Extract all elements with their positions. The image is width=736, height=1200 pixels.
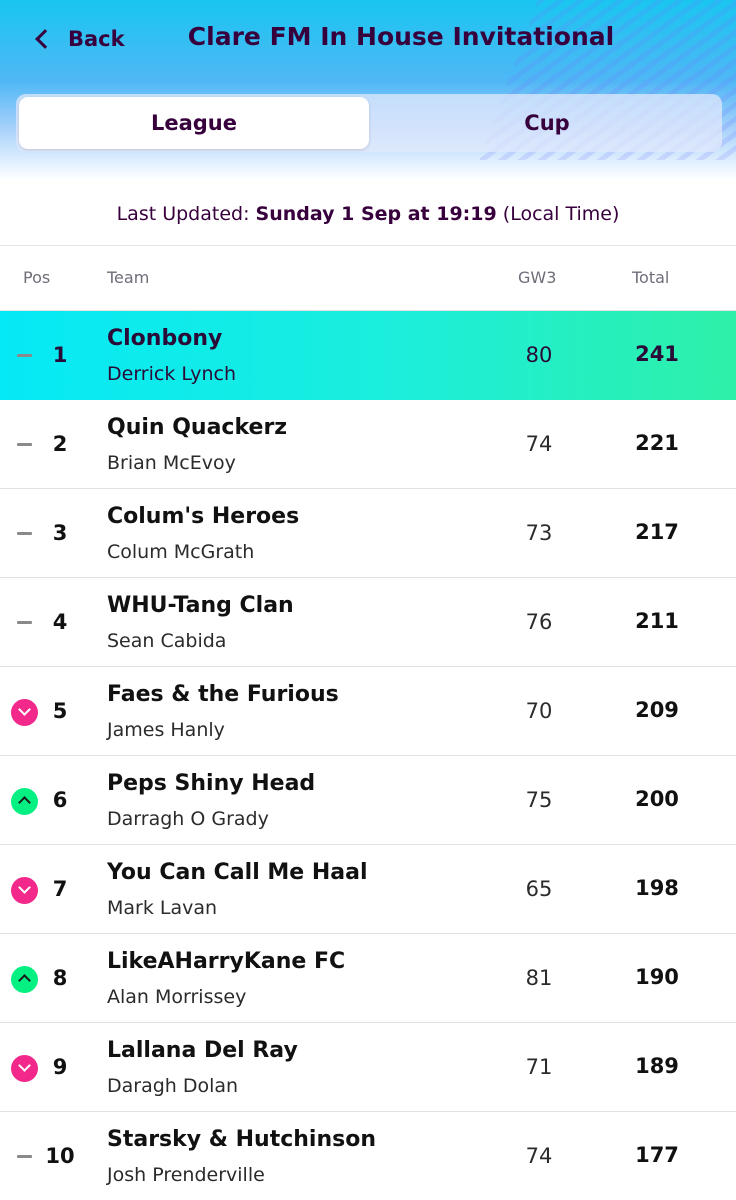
table-row[interactable]: 3 Colum's Heroes Colum McGrath 73 217	[0, 489, 736, 578]
rank: 7	[52, 877, 68, 901]
chevron-up-icon	[11, 788, 38, 815]
tab-cup[interactable]: Cup	[372, 94, 722, 152]
table-row[interactable]: 2 Quin Quackerz Brian McEvoy 74 221	[0, 400, 736, 489]
table-row[interactable]: 1 Clonbony Derrick Lynch 80 241	[0, 311, 736, 400]
page-title: Clare FM In House Invitational	[187, 22, 615, 51]
table-row[interactable]: 9 Lallana Del Ray Daragh Dolan 71 189	[0, 1023, 736, 1112]
total-points: 221	[635, 431, 679, 455]
total-points: 209	[635, 698, 679, 722]
no-change-icon	[17, 1155, 32, 1158]
total-points: 189	[635, 1054, 679, 1078]
total-points: 241	[635, 342, 679, 366]
gameweek-points: 74	[525, 432, 553, 456]
manager-name: Darragh O Grady	[107, 808, 269, 830]
chevron-up-icon	[11, 966, 38, 993]
table-row[interactable]: 10 Starsky & Hutchinson Josh Prenderville 7…	[0, 1112, 736, 1200]
total-points: 200	[635, 787, 679, 811]
gameweek-points: 81	[525, 966, 553, 990]
table-row[interactable]: 7 You Can Call Me Haal Mark Lavan 65 198	[0, 845, 736, 934]
team-name[interactable]: Peps Shiny Head	[107, 771, 315, 796]
last-updated: Last Updated: Sunday 1 Sep at 19:19 (Loc…	[0, 203, 736, 225]
team-name[interactable]: Faes & the Furious	[107, 682, 339, 707]
tab-league[interactable]: League	[19, 97, 369, 149]
rank: 10	[45, 1144, 75, 1168]
table-row[interactable]: 6 Peps Shiny Head Darragh O Grady 75 200	[0, 756, 736, 845]
rank: 4	[52, 610, 68, 634]
team-name[interactable]: LikeAHarryKane FC	[107, 949, 345, 974]
manager-name: James Hanly	[107, 719, 225, 741]
no-change-icon	[17, 354, 32, 357]
rank: 3	[52, 521, 68, 545]
no-change-icon	[17, 443, 32, 446]
table-row[interactable]: 8 LikeAHarryKane FC Alan Morrissey 81 190	[0, 934, 736, 1023]
rank: 6	[52, 788, 68, 812]
total-points: 217	[635, 520, 679, 544]
last-updated-suffix: (Local Time)	[502, 203, 620, 225]
gameweek-points: 75	[525, 788, 553, 812]
column-header-total: Total	[632, 268, 670, 287]
tab-bar: League Cup	[16, 94, 722, 152]
manager-name: Alan Morrissey	[107, 986, 247, 1008]
team-name[interactable]: WHU-Tang Clan	[107, 593, 294, 618]
chevron-down-icon	[11, 877, 38, 904]
last-updated-prefix: Last Updated:	[116, 203, 250, 225]
gameweek-points: 65	[525, 877, 553, 901]
total-points: 190	[635, 965, 679, 989]
team-name[interactable]: Clonbony	[107, 326, 222, 351]
gameweek-points: 80	[525, 343, 553, 367]
manager-name: Derrick Lynch	[107, 363, 236, 385]
gameweek-points: 70	[525, 699, 553, 723]
rank: 9	[52, 1055, 68, 1079]
team-name[interactable]: Lallana Del Ray	[107, 1038, 298, 1063]
team-name[interactable]: Colum's Heroes	[107, 504, 299, 529]
team-name[interactable]: You Can Call Me Haal	[107, 860, 368, 885]
last-updated-datetime: Sunday 1 Sep at 19:19	[255, 203, 497, 225]
rank: 1	[52, 343, 68, 367]
manager-name: Brian McEvoy	[107, 452, 236, 474]
manager-name: Mark Lavan	[107, 897, 218, 919]
table-row[interactable]: 5 Faes & the Furious James Hanly 70 209	[0, 667, 736, 756]
no-change-icon	[17, 532, 32, 535]
rank: 2	[52, 432, 68, 456]
column-header-gw: GW3	[518, 268, 557, 287]
total-points: 198	[635, 876, 679, 900]
table-row[interactable]: 4 WHU-Tang Clan Sean Cabida 76 211	[0, 578, 736, 667]
chevron-down-icon	[11, 699, 38, 726]
rank: 8	[52, 966, 68, 990]
column-header-team: Team	[107, 268, 150, 287]
gameweek-points: 71	[525, 1055, 553, 1079]
manager-name: Sean Cabida	[107, 630, 227, 652]
rank: 5	[52, 699, 68, 723]
chevron-down-icon	[11, 1055, 38, 1082]
header: Back Clare FM In House Invitational Leag…	[0, 0, 736, 180]
manager-name: Colum McGrath	[107, 541, 255, 563]
gameweek-points: 74	[525, 1144, 553, 1168]
standings-table: 1 Clonbony Derrick Lynch 80 241 2 Quin Quacker…	[0, 311, 736, 1200]
team-name[interactable]: Starsky & Hutchinson	[107, 1127, 376, 1152]
manager-name: Daragh Dolan	[107, 1075, 239, 1097]
gameweek-points: 73	[525, 521, 553, 545]
no-change-icon	[17, 621, 32, 624]
gameweek-points: 76	[525, 610, 553, 634]
team-name[interactable]: Quin Quackerz	[107, 415, 287, 440]
column-header-pos: Pos	[23, 268, 51, 287]
total-points: 211	[635, 609, 679, 633]
total-points: 177	[635, 1143, 679, 1167]
table-header: Pos Team GW3 Total	[0, 245, 736, 311]
manager-name: Josh Prenderville	[107, 1164, 265, 1186]
